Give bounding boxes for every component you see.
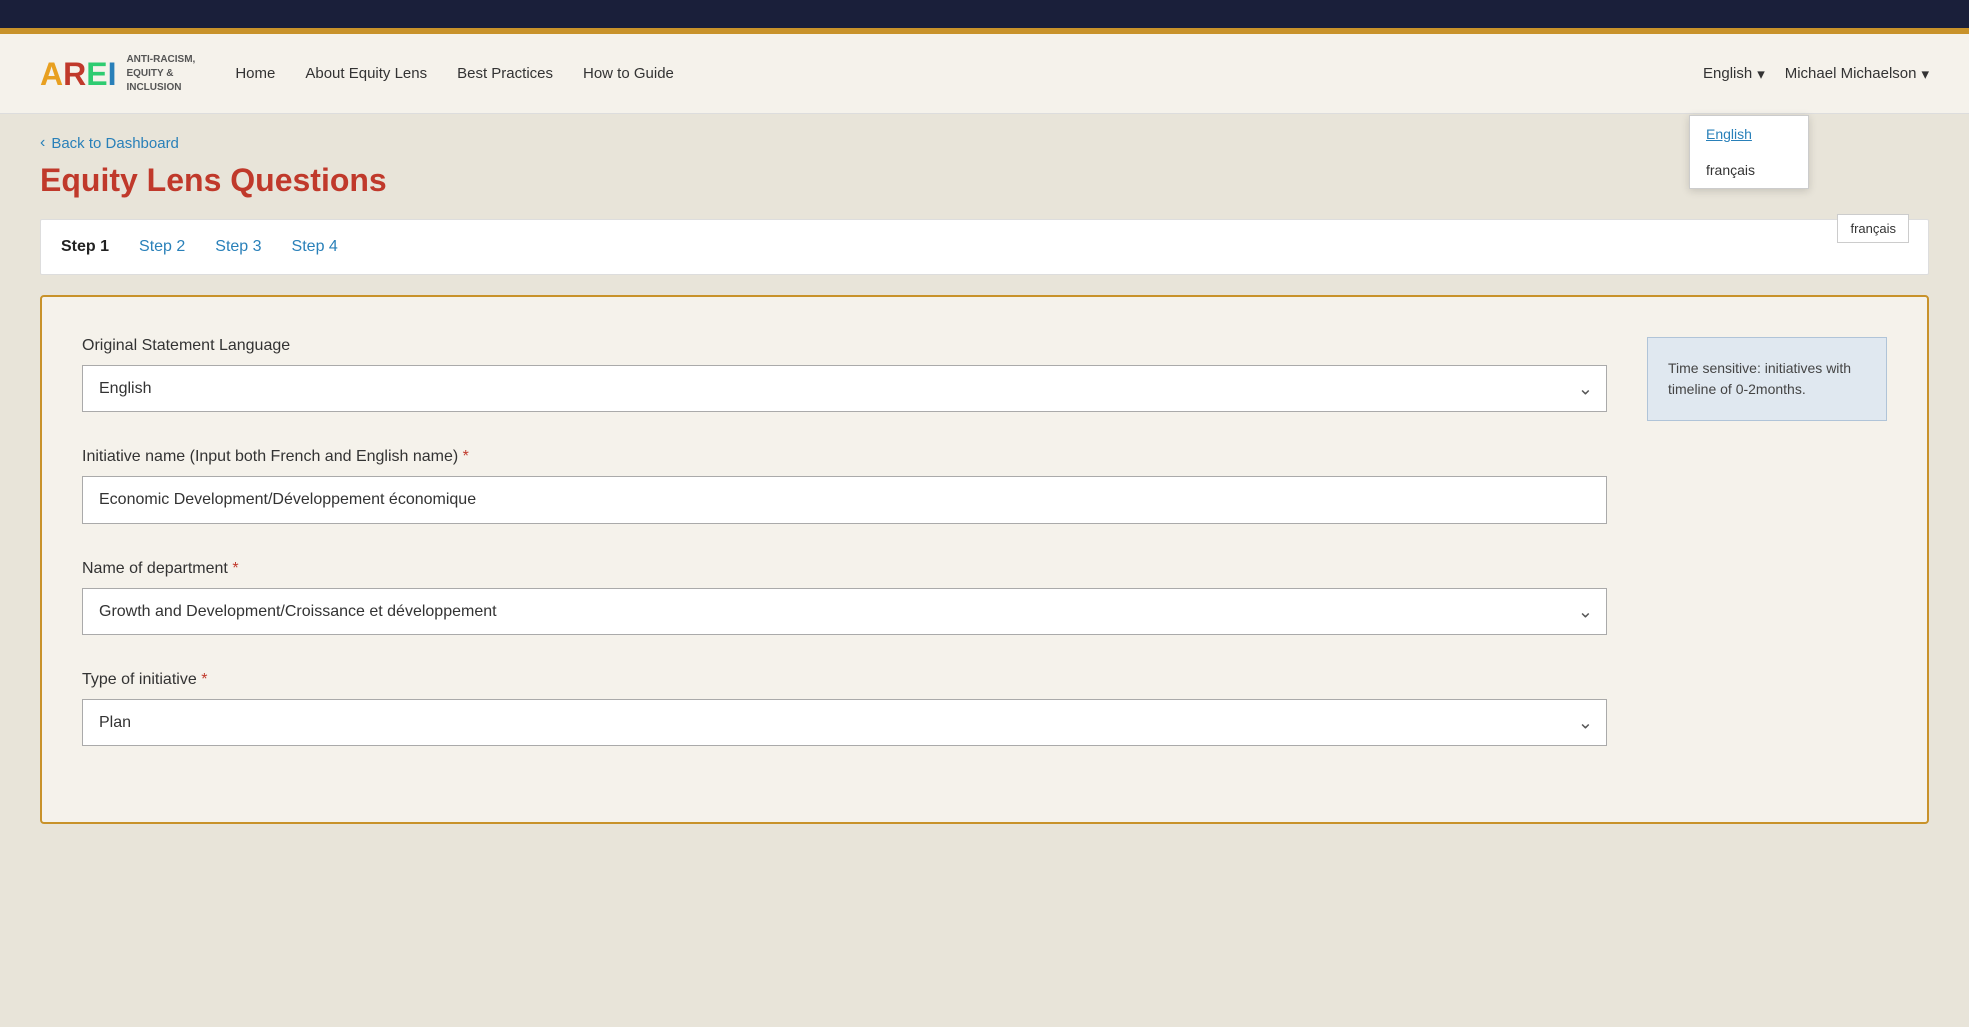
nav-links: Home About Equity Lens Best Practices Ho… [235, 65, 1703, 82]
back-chevron-icon: ‹ [40, 134, 45, 152]
logo-letters: AREI [40, 58, 116, 90]
info-box: Time sensitive: initiatives with timelin… [1647, 337, 1887, 421]
original-statement-language-wrapper: English français ⌄ [82, 365, 1607, 412]
step-tab-1[interactable]: Step 1 [61, 234, 109, 260]
lang-option-francais[interactable]: français [1690, 152, 1808, 188]
form-main: Original Statement Language English fran… [82, 337, 1607, 782]
language-dropdown: English français [1689, 115, 1809, 189]
department-group: Name of department * Growth and Developm… [82, 560, 1607, 635]
form-container: Original Statement Language English fran… [40, 295, 1929, 824]
original-statement-language-select[interactable]: English français [82, 365, 1607, 412]
user-menu[interactable]: Michael Michaelson ▾ [1785, 65, 1929, 83]
back-to-dashboard-label: Back to Dashboard [51, 135, 179, 152]
logo-tagline: ANTI-RACISM, EQUITY & INCLUSION [126, 53, 195, 95]
content-area: ‹ Back to Dashboard Equity Lens Question… [0, 114, 1969, 844]
logo-e: E [86, 56, 107, 92]
logo-r: R [63, 56, 86, 92]
language-selector-button[interactable]: English ▾ [1703, 65, 1765, 83]
nav-best-practices[interactable]: Best Practices [457, 65, 553, 82]
type-of-initiative-wrapper: Plan Program Policy Project ⌄ [82, 699, 1607, 746]
required-star-department: * [232, 560, 238, 577]
back-to-dashboard-link[interactable]: ‹ Back to Dashboard [40, 134, 1929, 152]
steps-bar: Step 1 Step 2 Step 3 Step 4 [40, 219, 1929, 275]
user-menu-chevron: ▾ [1921, 65, 1929, 83]
required-star-type: * [201, 671, 207, 688]
step-tab-4[interactable]: Step 4 [292, 234, 338, 260]
type-of-initiative-group: Type of initiative * Plan Program Policy… [82, 671, 1607, 746]
language-selector-chevron: ▾ [1757, 65, 1765, 83]
page-title: Equity Lens Questions [40, 162, 1929, 199]
user-name: Michael Michaelson [1785, 65, 1917, 82]
top-bar [0, 0, 1969, 28]
language-selector-label: English [1703, 65, 1752, 82]
original-statement-language-label: Original Statement Language [82, 337, 1607, 355]
francais-tooltip: français [1837, 214, 1909, 243]
lang-option-english[interactable]: English [1690, 116, 1808, 152]
nav-how-to-guide[interactable]: How to Guide [583, 65, 674, 82]
logo-i: I [108, 56, 117, 92]
form-sidebar: Time sensitive: initiatives with timelin… [1647, 337, 1887, 782]
required-star-initiative: * [463, 448, 469, 465]
department-label: Name of department * [82, 560, 1607, 578]
type-of-initiative-select[interactable]: Plan Program Policy Project [82, 699, 1607, 746]
type-of-initiative-label: Type of initiative * [82, 671, 1607, 689]
initiative-name-input[interactable] [82, 476, 1607, 524]
logo-area: AREI ANTI-RACISM, EQUITY & INCLUSION [40, 53, 195, 95]
original-statement-language-group: Original Statement Language English fran… [82, 337, 1607, 412]
step-tab-2[interactable]: Step 2 [139, 234, 185, 260]
info-box-text: Time sensitive: initiatives with timelin… [1668, 360, 1851, 397]
header: AREI ANTI-RACISM, EQUITY & INCLUSION Hom… [0, 34, 1969, 114]
logo-a: A [40, 56, 63, 92]
nav-about-equity-lens[interactable]: About Equity Lens [305, 65, 427, 82]
step-tab-3[interactable]: Step 3 [215, 234, 261, 260]
initiative-name-group: Initiative name (Input both French and E… [82, 448, 1607, 524]
header-right: English ▾ English français Michael Micha… [1703, 65, 1929, 83]
department-wrapper: Growth and Development/Croissance et dév… [82, 588, 1607, 635]
initiative-name-label: Initiative name (Input both French and E… [82, 448, 1607, 466]
department-select[interactable]: Growth and Development/Croissance et dév… [82, 588, 1607, 635]
nav-home[interactable]: Home [235, 65, 275, 82]
